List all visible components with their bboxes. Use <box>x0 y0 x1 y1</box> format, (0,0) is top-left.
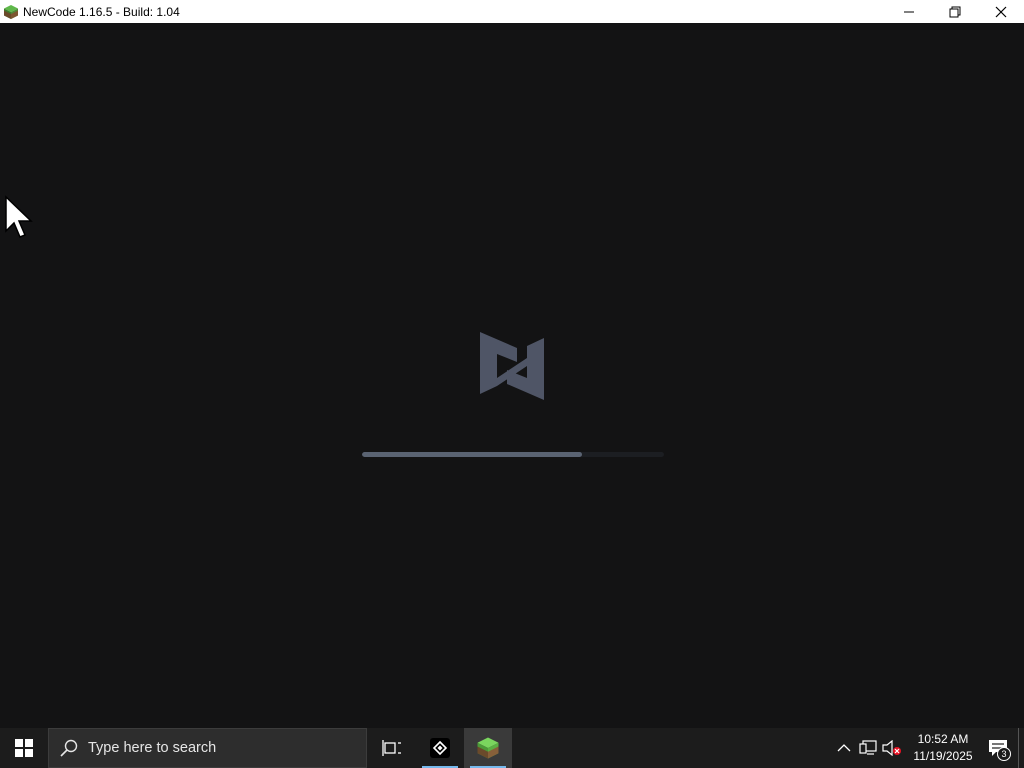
task-view-button[interactable] <box>368 728 416 768</box>
taskbar-clock[interactable]: 10:52 AM 11/19/2025 <box>908 731 978 765</box>
system-tray: 10:52 AM 11/19/2025 3 <box>832 728 1024 768</box>
taskbar-app-newcode[interactable] <box>464 728 512 768</box>
clock-date: 11/19/2025 <box>913 749 973 763</box>
volume-button[interactable] <box>880 728 904 768</box>
launcher-icon <box>430 738 450 758</box>
restore-button[interactable] <box>932 0 978 23</box>
loading-progress-bar <box>362 452 664 457</box>
search-placeholder: Type here to search <box>88 740 217 756</box>
loading-screen <box>0 23 1024 728</box>
window-titlebar[interactable]: NewCode 1.16.5 - Build: 1.04 <box>0 0 1024 23</box>
search-icon <box>60 739 78 757</box>
taskbar-app-launcher[interactable] <box>416 728 464 768</box>
minimize-button[interactable] <box>886 0 932 23</box>
start-button[interactable] <box>0 728 48 768</box>
windows-icon <box>15 739 33 757</box>
action-center-button[interactable]: 3 <box>978 728 1018 768</box>
mouse-cursor-icon <box>5 195 33 238</box>
loading-progress-fill <box>362 452 583 457</box>
taskbar: Type here to search 10:52 AM 11/19/2025 … <box>0 728 1024 768</box>
task-view-icon <box>382 740 401 756</box>
volume-muted-icon <box>882 740 901 756</box>
close-button[interactable] <box>978 0 1024 23</box>
grass-block-icon <box>477 737 499 759</box>
newcode-logo <box>480 332 544 400</box>
window-title: NewCode 1.16.5 - Build: 1.04 <box>23 4 180 19</box>
restore-icon <box>949 6 961 17</box>
taskbar-search-box[interactable]: Type here to search <box>48 728 367 768</box>
show-desktop-button[interactable] <box>1018 728 1024 768</box>
network-icon <box>859 740 877 755</box>
close-icon <box>995 6 1007 17</box>
network-button[interactable] <box>856 728 880 768</box>
chevron-up-icon <box>837 744 851 752</box>
show-hidden-icons-button[interactable] <box>832 728 856 768</box>
grass-block-icon <box>4 4 18 19</box>
clock-time: 10:52 AM <box>917 732 969 746</box>
notification-count-badge: 3 <box>997 747 1011 761</box>
minimize-icon <box>904 11 914 12</box>
